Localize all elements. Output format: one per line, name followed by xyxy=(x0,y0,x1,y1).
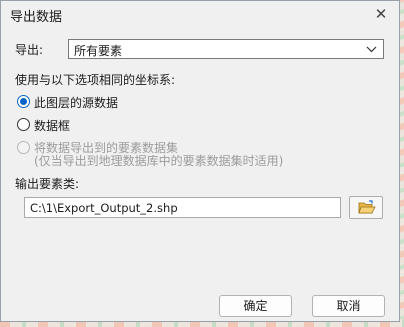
output-path-field[interactable]: C:\1\Export_Output_2.shp xyxy=(24,197,341,218)
ok-button[interactable]: 确定 xyxy=(219,295,292,317)
chevron-down-icon xyxy=(366,41,377,60)
output-path-value: C:\1\Export_Output_2.shp xyxy=(30,201,178,215)
radio-feature-dataset xyxy=(17,141,30,154)
dialog-title: 导出数据 xyxy=(10,10,63,25)
radio-data-frame[interactable] xyxy=(17,118,30,131)
export-label: 导出: xyxy=(15,43,44,57)
close-icon[interactable]: ✕ xyxy=(370,4,392,24)
output-feature-class-label: 输出要素类: xyxy=(15,177,80,191)
export-select-value: 所有要素 xyxy=(74,44,123,58)
coord-system-heading: 使用与以下选项相同的坐标系: xyxy=(15,73,176,87)
title-bar: 导出数据 ✕ xyxy=(1,1,399,29)
cancel-button[interactable]: 取消 xyxy=(312,295,385,317)
export-data-dialog: 导出数据 ✕ 导出: 所有要素 使用与以下选项相同的坐标系: 此图层的源数据 数… xyxy=(0,0,400,322)
radio-data-frame-label: 数据框 xyxy=(34,119,71,133)
radio-layer-source[interactable] xyxy=(17,95,30,108)
radio-feature-dataset-note: (仅当导出到地理数据库中的要素数据集时适用) xyxy=(34,154,284,168)
export-select[interactable]: 所有要素 xyxy=(68,39,384,59)
open-folder-icon xyxy=(358,200,376,218)
radio-layer-source-label: 此图层的源数据 xyxy=(34,96,119,110)
browse-button[interactable] xyxy=(349,196,383,219)
